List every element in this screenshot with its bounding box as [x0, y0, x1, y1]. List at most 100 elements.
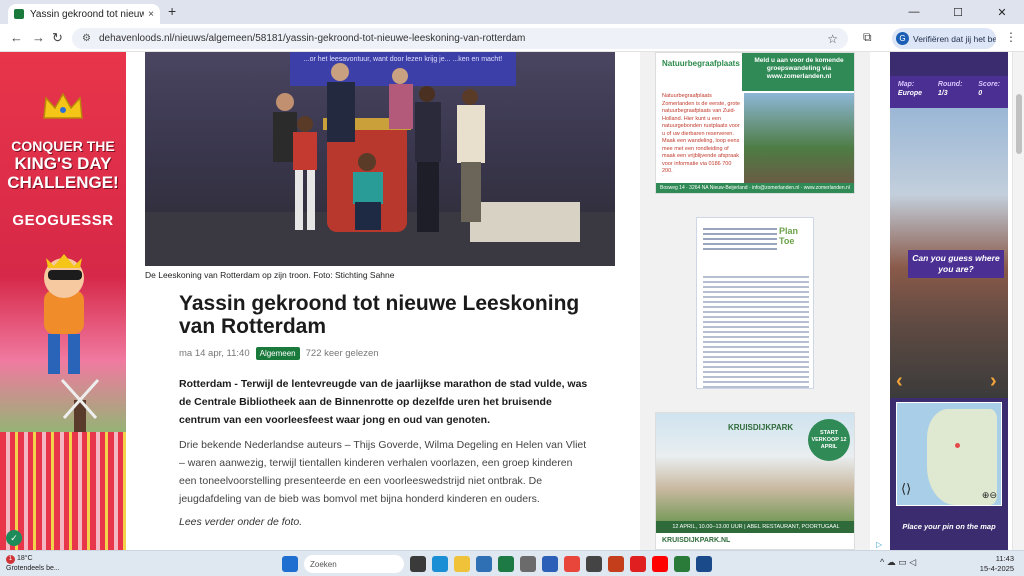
clock[interactable]: 11:43 15-4-2025: [974, 554, 1014, 574]
start-icon[interactable]: [282, 556, 298, 572]
headline-line-1: CONQUER THE: [11, 138, 115, 154]
map-value: Europe: [897, 90, 923, 97]
zomerlanden-photo: [744, 93, 854, 185]
article-paragraph: Drie bekende Nederlandse auteurs – Thijs…: [179, 439, 587, 505]
adchoices-icon[interactable]: ▷: [876, 540, 882, 549]
clock-time: 11:43: [995, 554, 1014, 563]
system-tray[interactable]: ^ ☁ ▭ ◁: [880, 557, 916, 568]
app-icon[interactable]: [586, 556, 602, 572]
headline-line-3: CHALLENGE!: [7, 173, 119, 192]
plantoe-ad[interactable]: Plan Toe: [696, 217, 814, 389]
kruisdijkpark-ad[interactable]: KRUISDIJKPARK START VERKOOP 12 APRIL 12 …: [655, 412, 855, 550]
url-text[interactable]: dehavenloods.nl/nieuws/algemeen/58181/ya…: [99, 33, 827, 44]
sidebar: Natuurbegraafplaats ZOMERLANDEN Meld u a…: [640, 52, 870, 550]
headline-line-2: KING'S DAY: [14, 154, 112, 173]
article-photo: ...or het leesavontuur, want door lezen …: [145, 52, 615, 266]
store-icon[interactable]: [520, 556, 536, 572]
scrollbar-thumb[interactable]: [1016, 94, 1022, 154]
taskbar: 1 18°C Grotendeels be... Zoeken ^ ☁ ▭ ◁ …: [0, 550, 1024, 576]
round-value: 1/3: [937, 90, 948, 97]
pdf-icon[interactable]: [630, 556, 646, 572]
chrome-icon[interactable]: [564, 556, 580, 572]
map-pan-icon[interactable]: ⟨⟩: [901, 481, 911, 497]
guess-prompt: Can you guess where you are?: [908, 250, 1004, 278]
geoguessr-right-ad[interactable]: Map: Europe Round: 1/3 Score: 0 Can you gue…: [890, 52, 1008, 550]
plantoe-body-lines: [703, 276, 809, 388]
task-view-icon[interactable]: [410, 556, 426, 572]
browser-tab[interactable]: Yassin gekroond tot nieuwe Le ×: [8, 4, 160, 24]
page-scrollbar[interactable]: [1012, 52, 1024, 550]
arrow-left-icon[interactable]: ‹: [896, 370, 903, 393]
map-pin-icon: [955, 443, 960, 448]
category-badge[interactable]: Algemeen: [255, 347, 300, 360]
word-icon[interactable]: [542, 556, 558, 572]
verify-label: Verifiëren dat jij het bent: [913, 33, 996, 44]
zomerlanden-footer: Bosweg 14 · 3264 NA Nieuw-Beijerland · i…: [656, 183, 854, 193]
weather-status: Grotendeels be...: [6, 565, 60, 572]
tab-close-icon[interactable]: ×: [148, 9, 154, 20]
favicon-icon: [14, 9, 24, 19]
app-blue-icon[interactable]: [696, 556, 712, 572]
minimize-button[interactable]: —: [892, 6, 936, 18]
app-green-icon[interactable]: [674, 556, 690, 572]
web-page: CONQUER THE KING'S DAY CHALLENGE! GEOGUE…: [0, 52, 1024, 550]
temperature: 18°C: [16, 555, 33, 562]
zoom-controls-icon[interactable]: ⊕⊖: [982, 490, 997, 501]
verify-profile-button[interactable]: G Verifiëren dat jij het bent: [892, 28, 996, 49]
score-value: 0: [978, 90, 983, 97]
read-more-note: Lees verder onder de foto.: [179, 516, 303, 528]
excel-icon[interactable]: [498, 556, 514, 572]
kruisdijkpark-logo: KRUISDIJKPARK: [728, 423, 794, 432]
reload-button[interactable]: ↻: [52, 30, 63, 46]
map-label: Map:: [897, 81, 915, 88]
youtube-icon[interactable]: [652, 556, 668, 572]
kruisdijkpark-url: KRUISDIJKPARK.NL: [662, 537, 731, 544]
weather-widget[interactable]: 1 18°C Grotendeels be...: [6, 554, 60, 573]
site-info-icon[interactable]: ⚙: [82, 33, 91, 44]
file-explorer-icon[interactable]: [454, 556, 470, 572]
start-verkoop-badge: START VERKOOP 12 APRIL: [808, 419, 850, 461]
zomerlanden-text: Natuurbegraafplaats Zomerlanden is de ee…: [662, 93, 740, 174]
search-placeholder: Zoeken: [310, 559, 337, 569]
plantoe-header-lines: [703, 228, 777, 253]
crown-icon: [43, 92, 83, 119]
maximize-button[interactable]: ☐: [936, 6, 980, 19]
kruisdijkpark-event-bar: 12 APRIL, 10.00–13.00 UUR | ABEL RESTAUR…: [656, 521, 854, 533]
geoguessr-left-ad[interactable]: CONQUER THE KING'S DAY CHALLENGE! GEOGUE…: [0, 52, 126, 550]
edge-icon[interactable]: [432, 556, 448, 572]
browser-toolbar: ← → ↻ ⚙ dehavenloods.nl/nieuws/algemeen/…: [0, 24, 1024, 52]
game-status-bar: Map: Europe Round: 1/3 Score: 0: [890, 76, 1008, 108]
forward-button[interactable]: →: [32, 30, 45, 45]
notification-badge: 1: [6, 555, 15, 564]
clock-date: 15-4-2025: [979, 564, 1014, 573]
extensions-icon[interactable]: ⧉: [863, 30, 872, 45]
round-label: Round:: [937, 81, 963, 88]
taskbar-search[interactable]: Zoeken: [304, 555, 404, 573]
tab-title: Yassin gekroond tot nieuwe Le: [30, 8, 145, 20]
article: ...or het leesavontuur, want door lezen …: [143, 52, 615, 550]
zomerlanden-ad[interactable]: Natuurbegraafplaats ZOMERLANDEN Meld u a…: [655, 52, 855, 194]
tab-bar: Yassin gekroond tot nieuwe Le × + — ☐ ✕: [0, 0, 1024, 24]
view-count: 722 keer gelezen: [305, 348, 379, 359]
photo-caption: De Leeskoning van Rotterdam op zijn troo…: [145, 270, 395, 280]
address-bar[interactable]: ⚙ dehavenloods.nl/nieuws/algemeen/58181/…: [72, 28, 848, 49]
place-pin-cta: Place your pin on the map: [902, 522, 996, 531]
browser-menu-icon[interactable]: ⋮: [1005, 30, 1017, 44]
check-badge-icon: ✓: [6, 530, 22, 546]
back-button[interactable]: ←: [10, 30, 23, 45]
geoguessr-logo: GEOGUESSR: [12, 212, 114, 229]
bookmark-star-icon[interactable]: ☆: [827, 32, 838, 46]
article-meta: ma 14 apr, 11:40 Algemeen 722 keer gelez…: [179, 347, 379, 360]
profile-icon: G: [896, 32, 909, 45]
new-tab-button[interactable]: +: [168, 3, 176, 19]
arrow-right-icon[interactable]: ›: [990, 370, 997, 393]
article-date: ma 14 apr, 11:40: [179, 348, 250, 359]
taskbar-apps: Zoeken: [282, 555, 712, 573]
close-window-button[interactable]: ✕: [980, 6, 1024, 19]
outlook-icon[interactable]: [476, 556, 492, 572]
article-lead: Rotterdam - Terwijl de lentevreugde van …: [179, 378, 588, 426]
powerpoint-icon[interactable]: [608, 556, 624, 572]
guess-map[interactable]: ⟨⟩ ⊕⊖: [896, 402, 1002, 506]
zomerlanden-banner: Meld u aan voor de komende groepswandeli…: [742, 53, 854, 91]
plantoe-logo: Plan Toe: [779, 226, 799, 246]
